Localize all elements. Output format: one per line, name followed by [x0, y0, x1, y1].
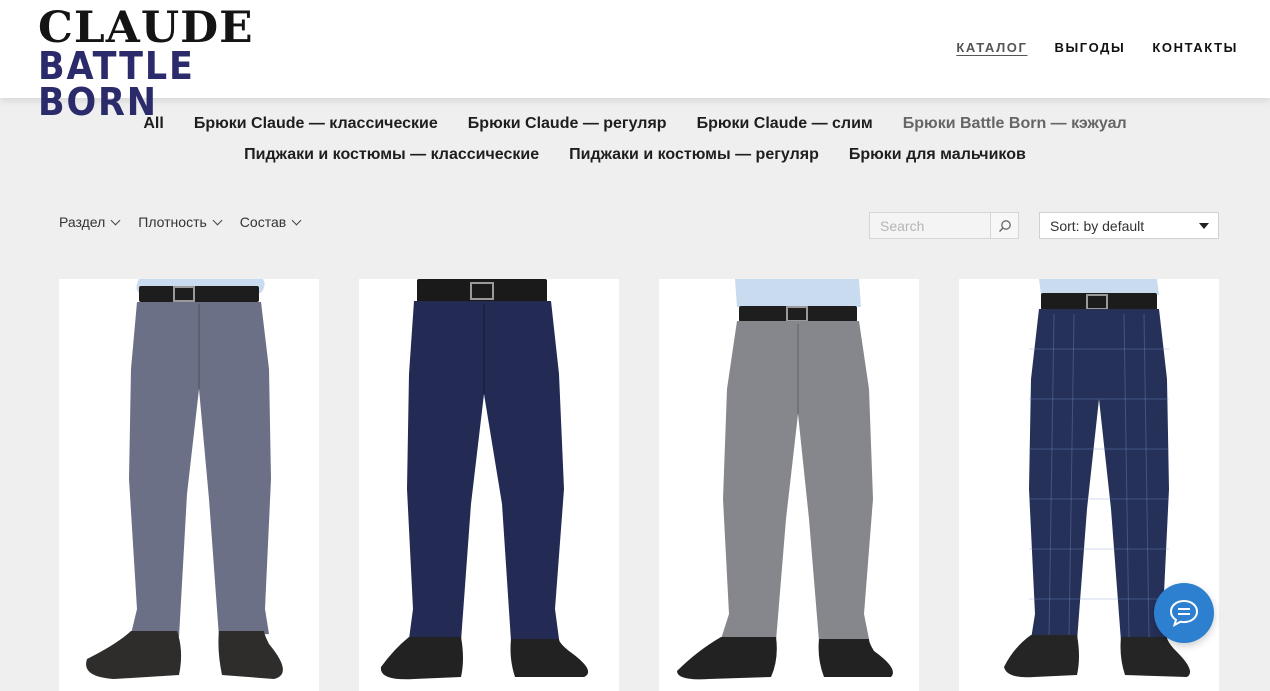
filter-density[interactable]: Плотность: [138, 214, 223, 230]
product-card[interactable]: [59, 279, 319, 691]
category-boys-trousers[interactable]: Брюки для мальчиков: [849, 146, 1026, 164]
product-grid: [59, 279, 1219, 691]
product-image: [359, 279, 619, 691]
chat-widget-button[interactable]: [1154, 583, 1214, 643]
brand-logo[interactable]: CLAUDE BATTLE BORN: [38, 7, 278, 124]
category-battle-born-casual[interactable]: Брюки Battle Born — кэжуал: [903, 115, 1127, 133]
filter-section-label: Раздел: [59, 214, 106, 230]
filter-density-label: Плотность: [138, 214, 207, 230]
category-jackets-classic[interactable]: Пиджаки и костюмы — классические: [244, 146, 539, 164]
chevron-down-icon: [110, 215, 121, 225]
search-input[interactable]: [870, 213, 990, 238]
chevron-down-icon: [212, 215, 223, 225]
search-icon: [998, 219, 1011, 232]
caret-down-icon: [1199, 223, 1209, 229]
filter-composition[interactable]: Состав: [239, 214, 302, 230]
logo-battle-born: BATTLE BORN: [38, 44, 195, 124]
main-nav: КАТАЛОГ ВЫГОДЫ КОНТАКТЫ: [956, 40, 1238, 55]
product-image: [59, 279, 319, 691]
logo-claude: CLAUDE: [38, 3, 254, 53]
chat-bubble-icon: [1169, 599, 1199, 628]
category-claude-slim[interactable]: Брюки Claude — слим: [697, 115, 873, 133]
category-claude-regular[interactable]: Брюки Claude — регуляр: [468, 115, 667, 133]
category-row-2: Пиджаки и костюмы — классические Пиджаки…: [0, 139, 1270, 170]
filter-composition-label: Состав: [239, 214, 287, 230]
search-box: [869, 212, 1019, 239]
site-header: CLAUDE BATTLE BORN КАТАЛОГ ВЫГОДЫ КОНТАК…: [0, 0, 1270, 121]
sort-select[interactable]: Sort: by default: [1039, 212, 1219, 239]
product-card[interactable]: [659, 279, 919, 691]
product-card[interactable]: [359, 279, 619, 691]
nav-benefits[interactable]: ВЫГОДЫ: [1054, 40, 1125, 55]
sort-label: Sort: by default: [1050, 217, 1145, 234]
search-button[interactable]: [990, 213, 1018, 238]
nav-catalog[interactable]: КАТАЛОГ: [956, 40, 1027, 55]
filter-bar: Раздел Плотность Состав: [59, 214, 302, 230]
filter-section[interactable]: Раздел: [59, 214, 121, 230]
product-image: [659, 279, 919, 691]
chevron-down-icon: [291, 215, 302, 225]
category-jackets-regular[interactable]: Пиджаки и костюмы — регуляр: [569, 146, 819, 164]
nav-contacts[interactable]: КОНТАКТЫ: [1152, 40, 1238, 55]
